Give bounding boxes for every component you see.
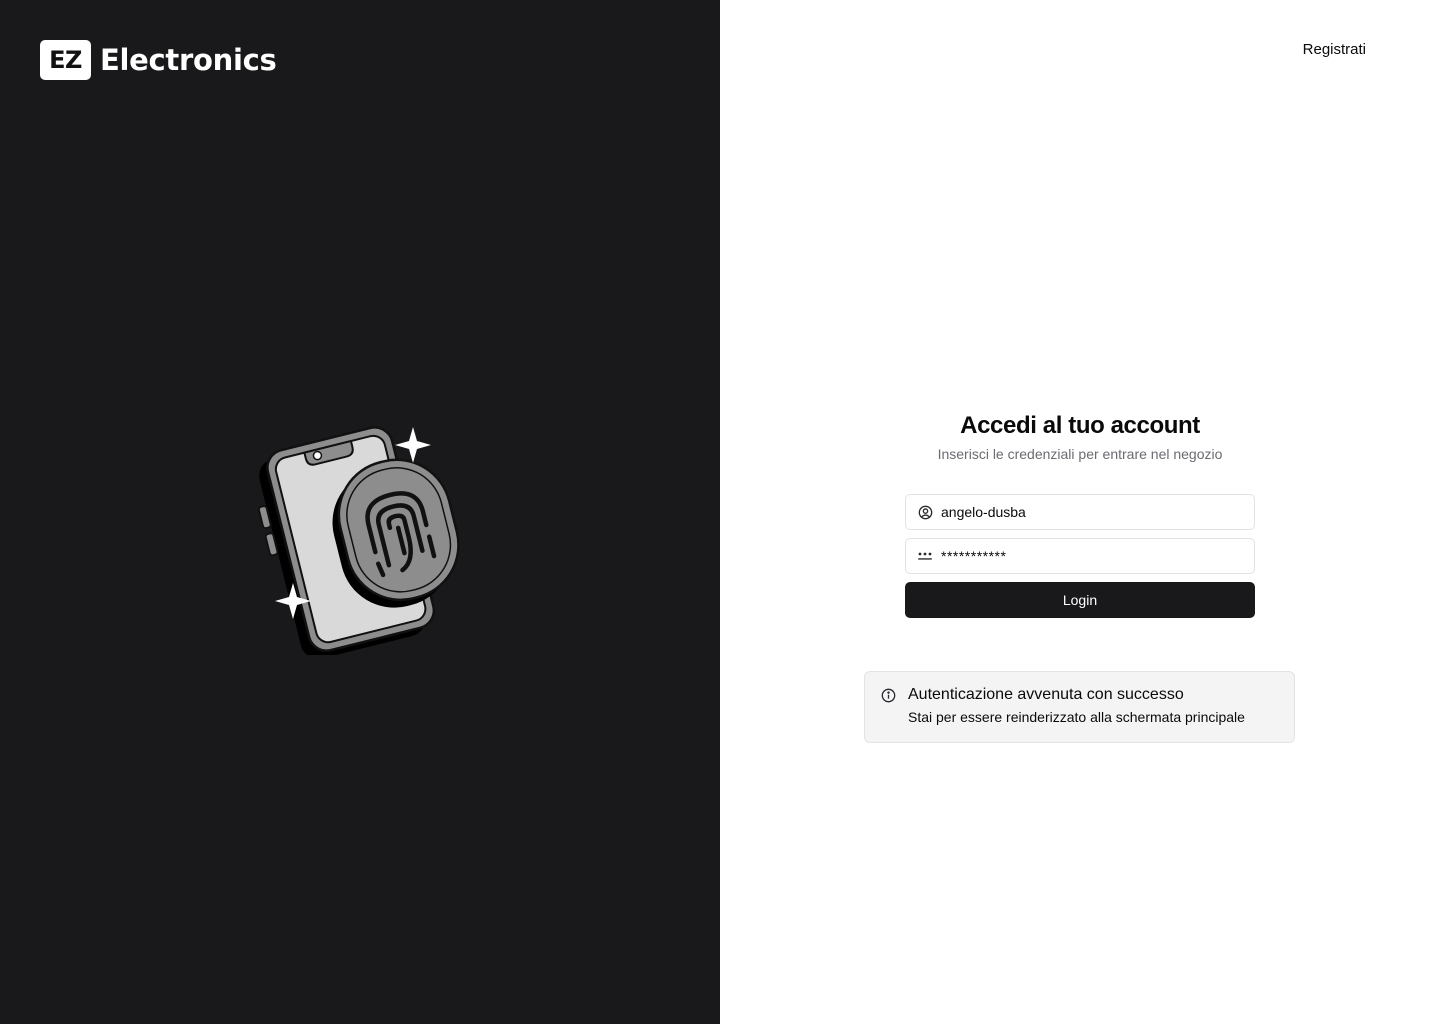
brand-mark: EZ [40,40,91,80]
password-dots-icon [917,548,933,564]
success-alert: Autenticazione avvenuta con successo Sta… [864,671,1295,743]
brand-name: Electronics [100,43,277,77]
login-form: Accedi al tuo account Inserisci le crede… [905,412,1255,618]
info-icon [881,688,896,703]
page-subtitle: Inserisci le credenziali per entrare nel… [937,446,1223,462]
password-input[interactable] [933,539,1254,573]
phone-fingerprint-icon [257,426,460,655]
username-field[interactable] [905,494,1255,530]
password-field[interactable] [905,538,1255,574]
register-link[interactable]: Registrati [1303,41,1366,58]
page-title: Accedi al tuo account [960,412,1200,439]
user-circle-icon [917,504,933,520]
alert-description: Stai per essere reinderizzato alla scher… [908,709,1245,725]
alert-title: Autenticazione avvenuta con successo [908,686,1184,703]
brand-panel: EZ Electronics [0,0,720,1024]
login-panel: Registrati Accedi al tuo account Inseris… [720,0,1440,1024]
brand-logo[interactable]: EZ Electronics [40,40,277,80]
login-button[interactable]: Login [905,582,1255,618]
username-input[interactable] [933,495,1254,529]
